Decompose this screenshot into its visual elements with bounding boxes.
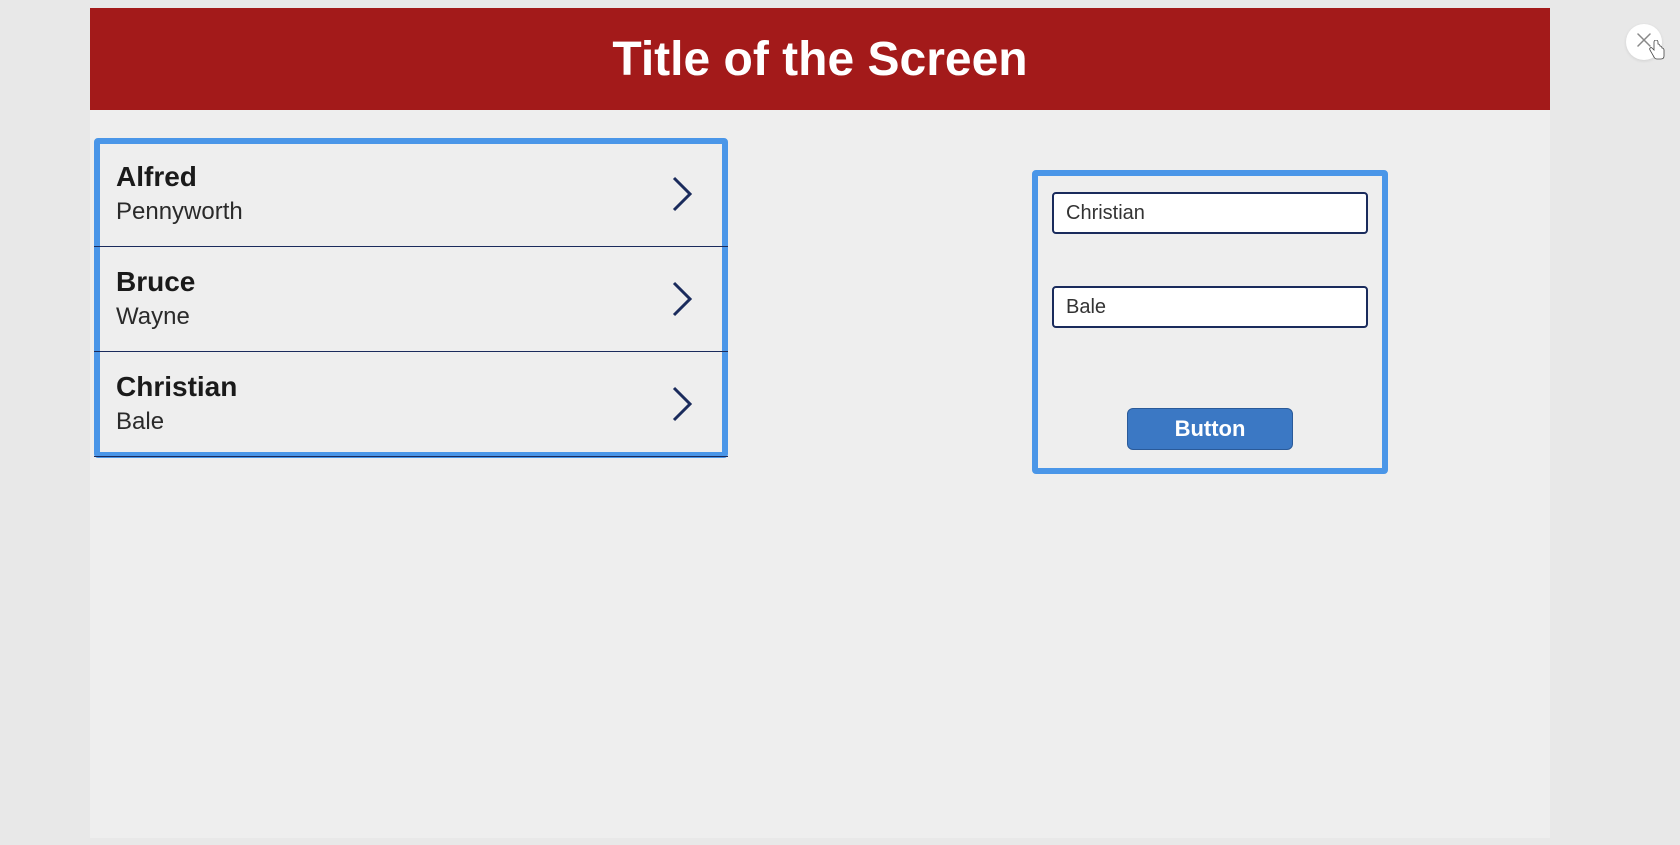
list-item-text: Bruce Wayne	[116, 264, 195, 334]
list-item-primary: Christian	[116, 369, 237, 405]
list-item-primary: Alfred	[116, 159, 243, 195]
list-item[interactable]: Christian Bale	[94, 352, 728, 457]
form-panel: Button	[1032, 170, 1388, 474]
content-area: Alfred Pennyworth Bruce Wayne Christ	[90, 110, 1550, 838]
list-item[interactable]: Alfred Pennyworth	[94, 142, 728, 247]
close-icon	[1637, 33, 1651, 52]
page-title: Title of the Screen	[612, 32, 1027, 87]
chevron-right-icon	[670, 279, 694, 319]
submit-button[interactable]: Button	[1127, 408, 1293, 450]
chevron-right-icon	[670, 384, 694, 424]
first-name-input[interactable]	[1052, 192, 1368, 234]
list-item-primary: Bruce	[116, 264, 195, 300]
close-button[interactable]	[1626, 24, 1662, 60]
list-item-text: Christian Bale	[116, 369, 237, 439]
header-bar: Title of the Screen	[90, 8, 1550, 110]
list-item-secondary: Bale	[116, 405, 237, 439]
list-item-secondary: Wayne	[116, 300, 195, 334]
list-item[interactable]: Bruce Wayne	[94, 247, 728, 352]
last-name-input[interactable]	[1052, 286, 1368, 328]
list-item-secondary: Pennyworth	[116, 195, 243, 229]
app-window: Title of the Screen Alfred Pennyworth Br…	[90, 8, 1550, 838]
list-panel: Alfred Pennyworth Bruce Wayne Christ	[94, 138, 728, 458]
chevron-right-icon	[670, 174, 694, 214]
list-item-text: Alfred Pennyworth	[116, 159, 243, 229]
